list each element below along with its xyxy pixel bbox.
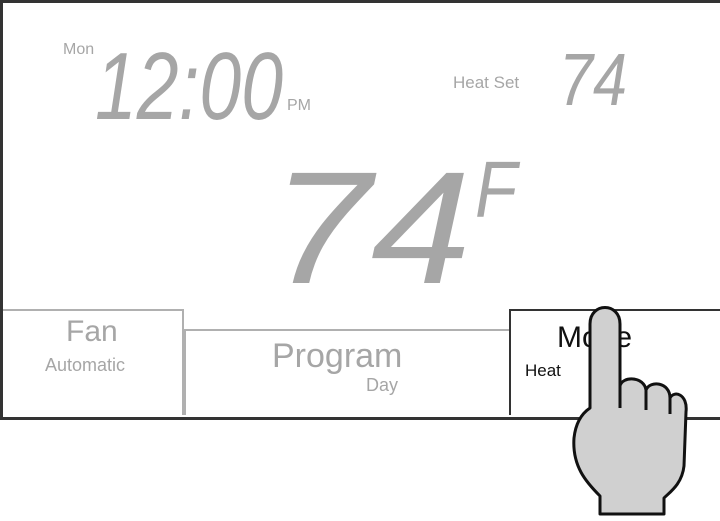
current-temperature-value: 74 [271, 151, 471, 291]
hand-pointer-icon [560, 298, 690, 516]
ampm-label: PM [287, 97, 311, 114]
fan-button[interactable]: Fan Automatic [3, 309, 184, 415]
mode-value: Heat [525, 361, 561, 380]
heat-set-label: Heat Set [453, 73, 520, 92]
heat-setpoint-value: 74 [559, 43, 627, 109]
temperature-unit-label: F [475, 151, 521, 223]
clock-display: 12:00 [95, 41, 283, 126]
program-button-label: Program [272, 337, 403, 375]
program-button[interactable]: Program Day [184, 329, 511, 415]
temperature-unit: F [475, 151, 521, 223]
heat-setpoint-display: 74 [559, 43, 627, 109]
day-label: Mon [63, 41, 95, 58]
fan-button-label: Fan [66, 315, 118, 348]
clock-time: 12:00 [95, 41, 283, 126]
fan-mode-value: Automatic [45, 355, 126, 375]
program-period-value: Day [366, 375, 399, 395]
current-temperature-display: 74 [271, 151, 471, 291]
